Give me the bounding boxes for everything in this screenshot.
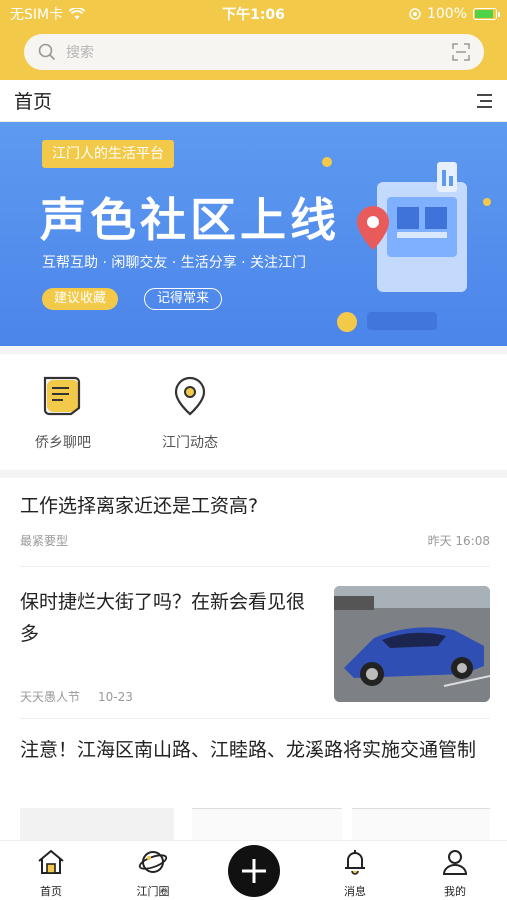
location-pin-icon — [174, 376, 206, 416]
divider — [20, 566, 490, 567]
title-bar: 首页 — [0, 80, 507, 126]
post-time: 10-23 — [98, 690, 133, 704]
list-item[interactable]: 注意！江海区南山路、江睦路、龙溪路将实施交通管制 — [20, 734, 490, 766]
promo-banner[interactable]: 江门人的生活平台 声色社区上线 互帮互助 · 闲聊交友 · 生活分享 · 关注江… — [0, 122, 507, 346]
post-author: 最紧要型 — [20, 534, 69, 548]
quick-menu: 侨乡聊吧 江门动态 — [0, 354, 507, 470]
top-header: 无SIM卡 下午1:06 100% 搜索 — [0, 0, 507, 80]
quick-item-chat[interactable]: 侨乡聊吧 — [18, 374, 108, 452]
home-icon — [38, 849, 64, 874]
remember-button[interactable]: 记得常来 — [144, 288, 223, 310]
scan-icon[interactable] — [452, 43, 470, 61]
status-bar: 无SIM卡 下午1:06 100% — [0, 0, 507, 28]
post-meta: 天天愚人节 10-23 — [20, 688, 151, 705]
banner-tag: 江门人的生活平台 — [42, 140, 174, 168]
banner-illustration — [322, 157, 491, 332]
search-bar[interactable]: 搜索 — [24, 34, 484, 70]
list-item[interactable]: 工作选择离家近还是工资高? 最紧要型 昨天 16:08 — [20, 490, 490, 549]
section-divider — [0, 470, 507, 478]
tab-label: 我的 — [444, 885, 466, 898]
bookmark-button[interactable]: 建议收藏 — [42, 288, 119, 310]
user-icon — [442, 850, 468, 875]
page-title: 首页 — [14, 87, 52, 126]
post-thumbnail — [334, 586, 490, 702]
wifi-icon — [69, 8, 86, 20]
post-time: 昨天 16:08 — [427, 534, 490, 548]
section-divider — [0, 346, 507, 354]
post-plus-button[interactable] — [228, 845, 280, 897]
post-meta: 最紧要型 昨天 16:08 — [20, 532, 490, 549]
rotation-lock-icon — [409, 8, 421, 20]
carrier-label: 无SIM卡 — [10, 7, 64, 23]
post-title: 工作选择离家近还是工资高? — [20, 495, 259, 517]
banner-headline: 声色社区上线 — [40, 193, 340, 247]
car-photo-icon — [334, 586, 490, 702]
post-author: 天天愚人节 — [20, 690, 81, 704]
banner-subline: 互帮互助 · 闲聊交友 · 生活分享 · 关注江门 — [42, 255, 307, 271]
post-title: 注意！江海区南山路、江睦路、龙溪路将实施交通管制 — [20, 739, 477, 761]
tab-label: 消息 — [344, 885, 366, 898]
chat-note-icon — [43, 376, 81, 416]
tab-label: 江门圈 — [136, 885, 170, 898]
menu-icon[interactable] — [475, 93, 493, 108]
list-item[interactable]: 保时捷烂大街了吗？在新会看见很多 天天愚人节 10-23 — [20, 586, 490, 705]
quick-item-news[interactable]: 江门动态 — [145, 374, 235, 452]
post-title: 保时捷烂大街了吗？在新会看见很多 — [20, 591, 306, 645]
quick-item-label: 江门动态 — [162, 435, 218, 451]
battery-percent: 100% — [426, 6, 467, 22]
tab-messages[interactable]: 消息 — [320, 847, 390, 899]
planet-icon — [138, 851, 168, 873]
battery-icon — [473, 8, 500, 20]
tab-bar: 首页 江门圈 消息 我的 — [0, 840, 507, 900]
search-icon — [38, 43, 56, 61]
bell-icon — [345, 850, 365, 875]
tab-circle[interactable]: 江门圈 — [118, 847, 188, 899]
divider — [20, 718, 490, 719]
search-input[interactable]: 搜索 — [66, 42, 452, 62]
tab-home[interactable]: 首页 — [16, 847, 86, 899]
tab-label: 首页 — [40, 885, 62, 898]
tab-profile[interactable]: 我的 — [420, 847, 490, 899]
plus-icon — [242, 859, 266, 883]
quick-item-label: 侨乡聊吧 — [35, 435, 91, 451]
